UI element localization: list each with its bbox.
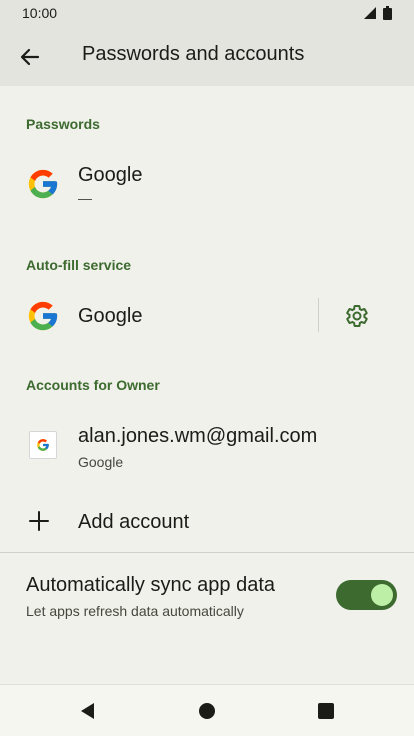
gear-icon [346, 305, 368, 328]
page-title: Passwords and accounts [82, 43, 305, 65]
toggle-knob [371, 584, 393, 606]
google-logo-small-icon [37, 439, 49, 451]
password-provider-subtitle: — [78, 190, 92, 206]
password-provider-title: Google [78, 164, 143, 186]
app-bar: Passwords and accounts [0, 28, 414, 86]
back-arrow-icon [20, 48, 40, 66]
status-icons [363, 6, 392, 20]
add-account-button[interactable]: Add account [0, 498, 414, 546]
add-account-label: Add account [78, 511, 190, 533]
google-logo-icon [28, 301, 58, 331]
google-logo-icon [28, 169, 58, 199]
password-provider-item[interactable]: Google — [0, 150, 414, 220]
section-header-autofill: Auto-fill service [26, 257, 132, 273]
section-header-passwords: Passwords [26, 116, 100, 132]
plus-icon [29, 511, 49, 531]
nav-back-button[interactable] [76, 699, 100, 723]
account-item[interactable]: alan.jones.wm@gmail.com Google [0, 415, 414, 483]
nav-recents-icon [318, 703, 334, 719]
nav-home-icon [199, 703, 215, 719]
autofill-service-item[interactable]: Google [0, 290, 318, 342]
back-button[interactable] [14, 41, 46, 73]
autofill-divider [318, 298, 319, 332]
navigation-bar [0, 684, 414, 736]
status-time: 10:00 [22, 5, 58, 21]
account-type: Google [78, 454, 124, 470]
auto-sync-subtitle: Let apps refresh data automatically [26, 603, 244, 619]
section-divider [0, 552, 414, 553]
section-header-accounts: Accounts for Owner [26, 377, 160, 393]
google-avatar-icon [29, 431, 57, 459]
auto-sync-toggle[interactable] [336, 580, 397, 610]
auto-sync-title: Automatically sync app data [26, 574, 276, 596]
nav-recents-button[interactable] [314, 699, 338, 723]
nav-home-button[interactable] [195, 699, 219, 723]
autofill-service-title: Google [78, 305, 143, 327]
signal-icon [364, 7, 376, 19]
status-bar: 10:00 [0, 0, 414, 28]
account-email: alan.jones.wm@gmail.com [78, 425, 318, 447]
autofill-settings-button[interactable] [342, 301, 372, 331]
battery-icon [383, 6, 392, 20]
nav-back-icon [81, 703, 94, 719]
